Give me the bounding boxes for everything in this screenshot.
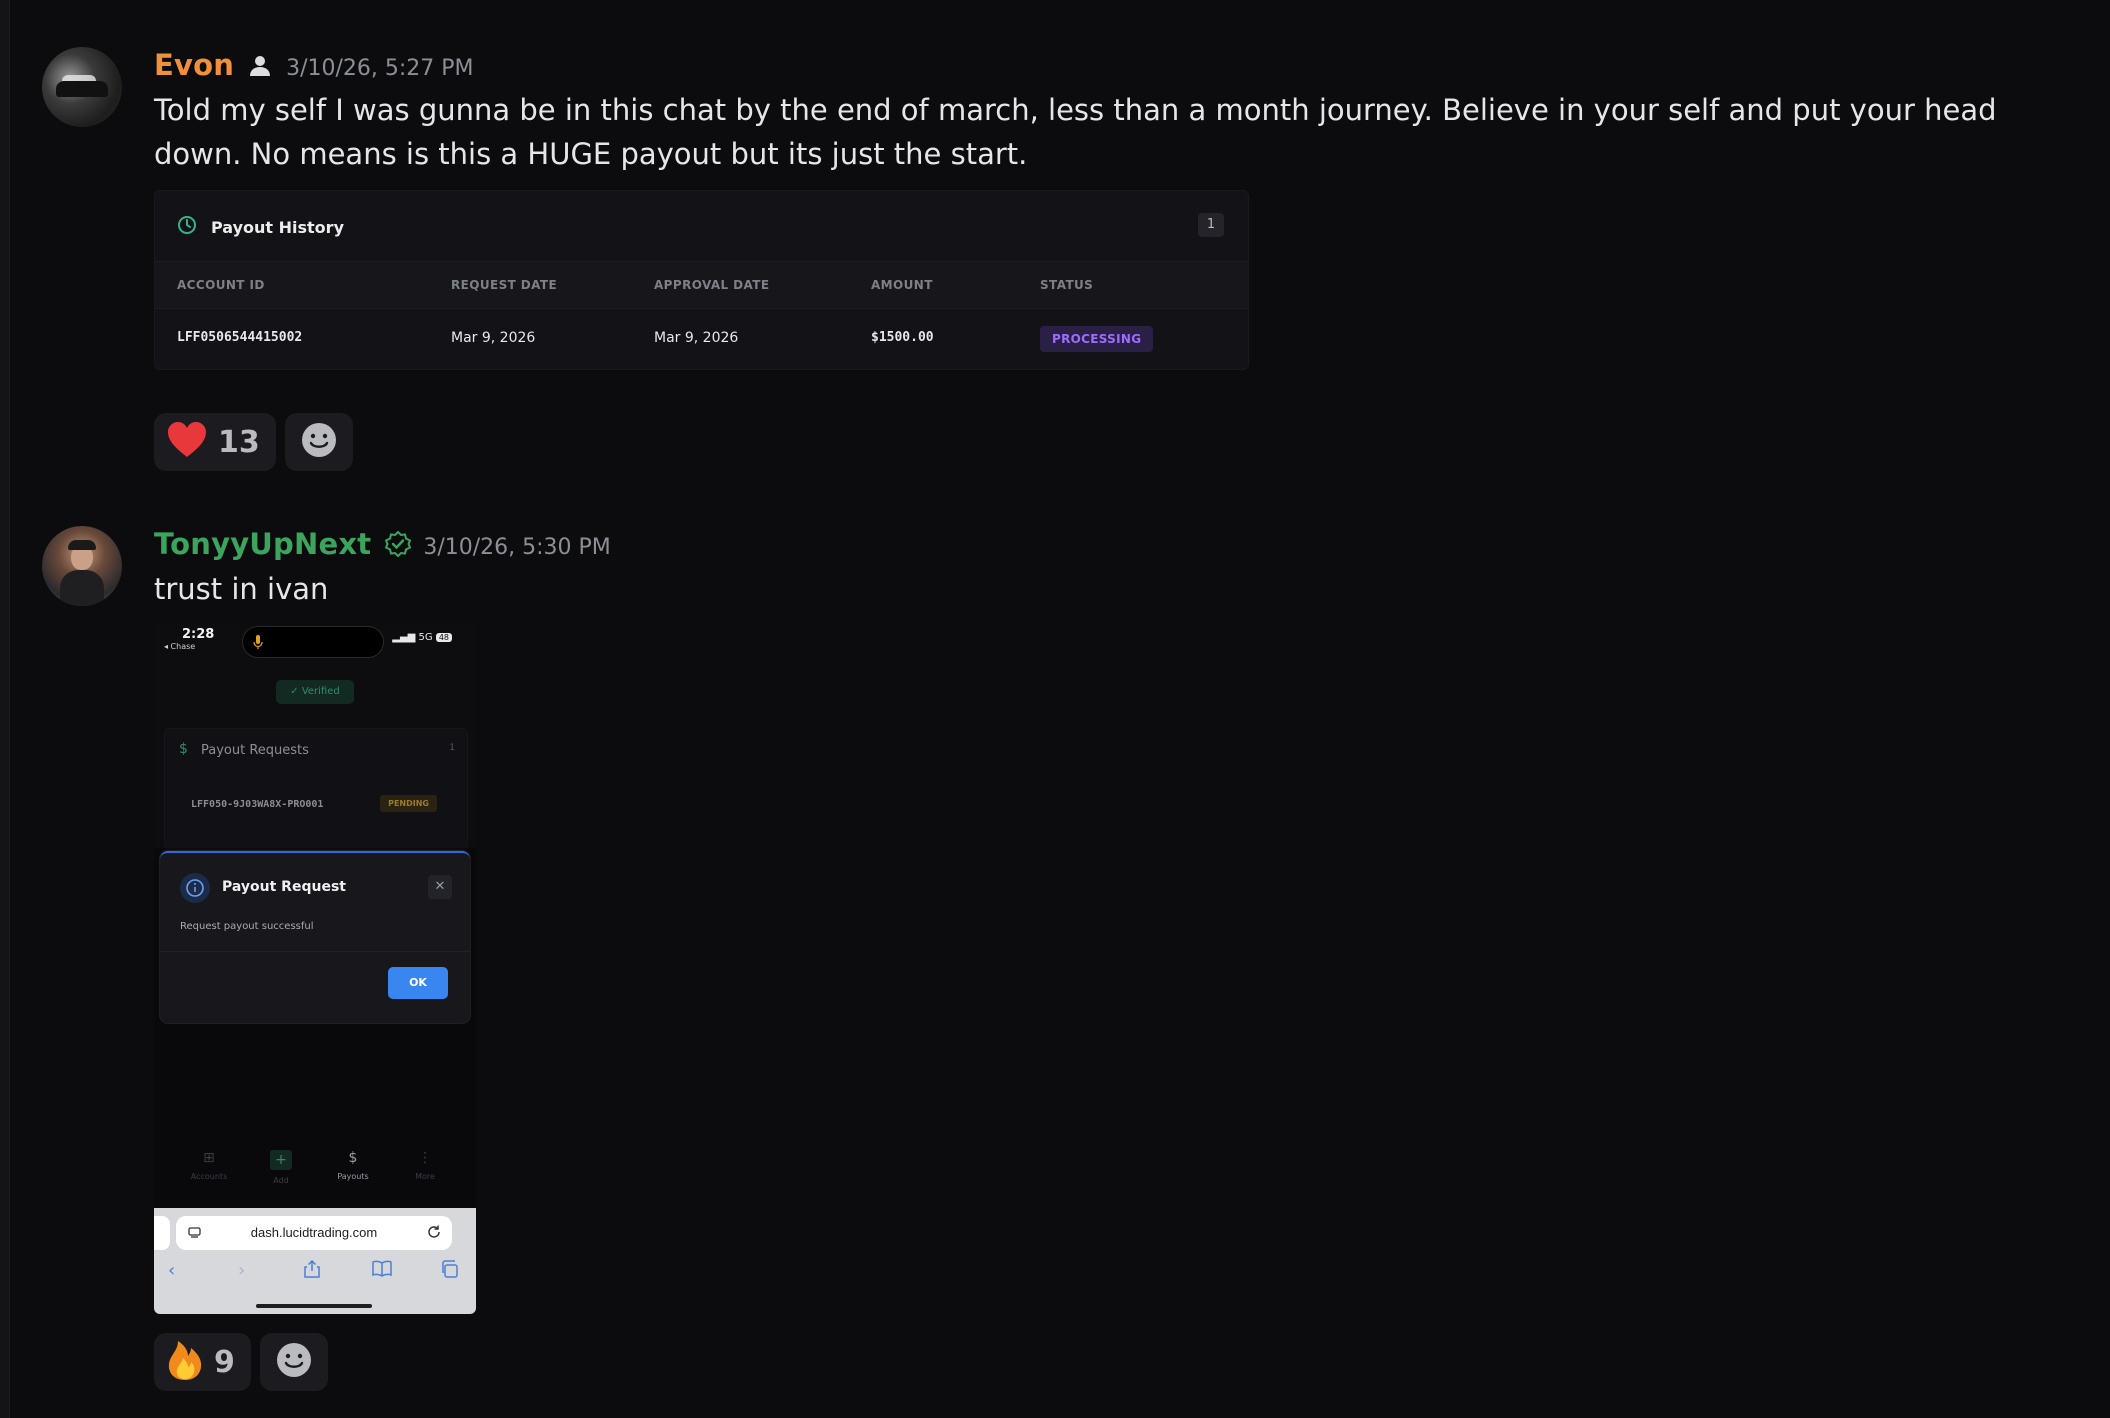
message-header: TonyyUpNext 3/10/26, 5:30 PM bbox=[154, 527, 611, 561]
grid-icon: ⊞ bbox=[203, 1150, 215, 1166]
avatar-car-body bbox=[56, 81, 108, 97]
phone-time: 2:28 bbox=[182, 627, 215, 642]
phone-screenshot-attachment[interactable]: 2:28 ◂ Chase ▂▄▆ 5G 48 ✓ Verified $ Payo… bbox=[154, 622, 476, 1314]
avatar-torso bbox=[60, 570, 104, 606]
reactions-bar: 13 bbox=[154, 413, 353, 471]
table-header: ACCOUNT ID REQUEST DATE APPROVAL DATE AM… bbox=[155, 261, 1248, 309]
avatar-evon[interactable] bbox=[42, 47, 122, 127]
payout-history-card[interactable]: Payout History 1 ACCOUNT ID REQUEST DATE… bbox=[154, 190, 1249, 370]
payout-request-modal: Payout Request ✕ Request payout successf… bbox=[160, 851, 470, 1023]
count-badge: 1 bbox=[1198, 213, 1224, 237]
count-badge: 1 bbox=[449, 743, 455, 753]
close-icon[interactable]: ✕ bbox=[428, 875, 452, 899]
account-id-cell: LFF0506544415002 bbox=[177, 330, 303, 345]
column-header: REQUEST DATE bbox=[451, 278, 558, 292]
nav-label: Accounts bbox=[190, 1172, 228, 1181]
share-icon[interactable] bbox=[304, 1259, 320, 1283]
column-header: STATUS bbox=[1040, 278, 1094, 292]
user-icon bbox=[248, 54, 272, 78]
nav-accounts[interactable]: ⊞ Accounts bbox=[179, 1150, 239, 1181]
author-name[interactable]: Evon bbox=[154, 48, 234, 82]
message-header: Evon 3/10/26, 5:27 PM bbox=[154, 48, 474, 82]
pending-badge: PENDING bbox=[380, 795, 437, 812]
address-bar[interactable]: dash.lucidtrading.com bbox=[176, 1216, 452, 1250]
modal-title: Payout Request bbox=[222, 879, 346, 895]
bookmarks-icon[interactable] bbox=[372, 1260, 392, 1283]
dollar-icon: $ bbox=[348, 1150, 358, 1166]
smiley-icon bbox=[301, 422, 337, 462]
amount-cell: $1500.00 bbox=[871, 330, 934, 345]
approval-date-cell: Mar 9, 2026 bbox=[654, 330, 739, 346]
reactions-bar: 9 bbox=[154, 1333, 328, 1391]
avatar-tonyyupnext[interactable] bbox=[42, 526, 122, 606]
ok-button[interactable]: OK bbox=[388, 967, 448, 999]
column-header: AMOUNT bbox=[871, 278, 933, 292]
timestamp: 3/10/26, 5:27 PM bbox=[286, 56, 474, 81]
forward-icon[interactable]: › bbox=[238, 1260, 245, 1281]
request-id: LFF050-9J03WA8X-PRO001 bbox=[191, 799, 324, 810]
nav-payouts[interactable]: $ Payouts bbox=[323, 1150, 383, 1181]
payout-requests-card: $ Payout Requests 1 LFF050-9J03WA8X-PRO0… bbox=[164, 728, 468, 850]
add-reaction-button[interactable] bbox=[284, 413, 353, 471]
clock-icon bbox=[177, 215, 197, 239]
heart-icon bbox=[166, 421, 208, 463]
microphone-icon bbox=[253, 635, 263, 649]
timestamp: 3/10/26, 5:30 PM bbox=[423, 535, 611, 560]
card-title: Payout History bbox=[211, 217, 344, 237]
fire-icon bbox=[166, 1339, 204, 1385]
modal-body: Request payout successful bbox=[180, 921, 314, 932]
add-reaction-button[interactable] bbox=[259, 1333, 328, 1391]
channel-left-border bbox=[0, 0, 10, 1418]
url-text: dash.lucidtrading.com bbox=[250, 1225, 378, 1240]
column-header: APPROVAL DATE bbox=[654, 278, 770, 292]
message-text: Told my self I was gunna be in this chat… bbox=[154, 93, 1997, 171]
message-text: trust in ivan bbox=[154, 572, 329, 606]
column-header: ACCOUNT ID bbox=[177, 278, 265, 292]
table-row: LFF0506544415002 Mar 9, 2026 Mar 9, 2026… bbox=[155, 308, 1248, 368]
dollar-icon: $ bbox=[179, 741, 188, 757]
reaction-count: 13 bbox=[218, 424, 260, 460]
nav-more[interactable]: ⋮ More bbox=[395, 1150, 455, 1181]
battery-level: 48 bbox=[435, 633, 452, 642]
request-date-cell: Mar 9, 2026 bbox=[451, 330, 536, 346]
phone-status-bar: 2:28 ◂ Chase ▂▄▆ 5G 48 bbox=[154, 622, 476, 662]
card-title: Payout Requests bbox=[201, 743, 309, 758]
reaction-fire[interactable]: 9 bbox=[154, 1333, 251, 1391]
reaction-heart[interactable]: 13 bbox=[154, 413, 276, 471]
modal-divider bbox=[160, 951, 470, 952]
safari-toolbar: ‹ › bbox=[154, 1258, 476, 1288]
smiley-icon bbox=[276, 1342, 312, 1382]
tabs-icon[interactable] bbox=[440, 1260, 458, 1283]
safari-bottom-bar: dash.lucidtrading.com ‹ › bbox=[154, 1208, 476, 1314]
plus-icon: + bbox=[270, 1150, 292, 1170]
author-name[interactable]: TonyyUpNext bbox=[154, 527, 371, 561]
signal-indicator: ▂▄▆ 5G 48 bbox=[392, 632, 452, 643]
nav-label: Add bbox=[273, 1176, 289, 1185]
verified-badge: ✓ Verified bbox=[276, 680, 354, 704]
more-icon: ⋮ bbox=[418, 1150, 432, 1166]
nav-label: Payouts bbox=[337, 1172, 369, 1181]
previous-tab-edge bbox=[154, 1216, 170, 1250]
verified-label: Verified bbox=[301, 686, 340, 697]
card-header: Payout History bbox=[177, 215, 344, 239]
dynamic-island bbox=[242, 626, 384, 658]
reload-icon bbox=[426, 1224, 442, 1244]
network-label: 5G bbox=[418, 632, 433, 643]
nav-label: More bbox=[415, 1172, 435, 1181]
nav-add[interactable]: + Add bbox=[251, 1150, 311, 1185]
info-icon bbox=[180, 873, 210, 903]
phone-bottom-nav: ⊞ Accounts + Add $ Payouts ⋮ More bbox=[154, 1140, 476, 1204]
home-indicator bbox=[256, 1304, 372, 1308]
reaction-count: 9 bbox=[214, 1344, 235, 1380]
avatar-cap bbox=[68, 540, 96, 550]
verified-badge-icon bbox=[385, 530, 412, 558]
status-badge: PROCESSING bbox=[1040, 326, 1154, 352]
back-icon[interactable]: ‹ bbox=[168, 1260, 175, 1281]
phone-carrier: ◂ Chase bbox=[164, 642, 196, 651]
